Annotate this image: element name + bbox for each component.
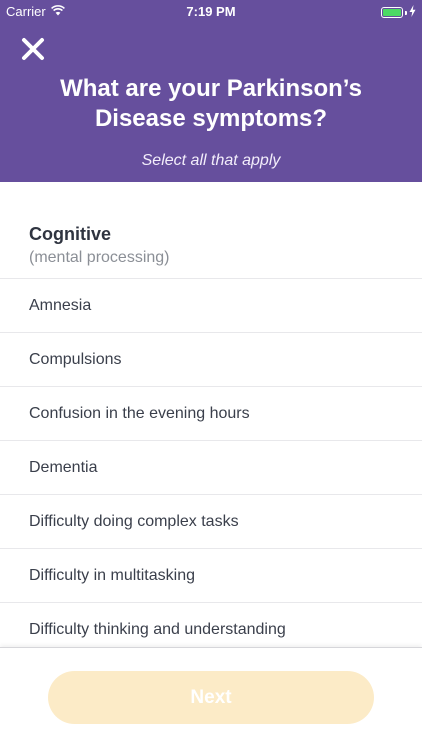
close-icon [22,38,44,60]
symptom-option-complex-tasks[interactable]: Difficulty doing complex tasks [0,495,422,549]
battery-icon [381,7,403,18]
section-title: Cognitive [29,224,112,244]
symptom-label: Compulsions [29,350,122,368]
symptom-label: Difficulty in multitasking [29,566,195,584]
symptom-option-compulsions[interactable]: Compulsions [0,333,422,387]
symptom-selection-screen: Carrier 7:19 PM What are your Parkinson’… [0,0,422,750]
symptom-option-multitasking[interactable]: Difficulty in multitasking [0,549,422,603]
symptom-label: Difficulty thinking and understanding [29,620,286,638]
symptom-label: Confusion in the evening hours [29,404,250,422]
section-header-cognitive: Cognitive (mental processing) [29,222,170,269]
symptom-option-evening-confusion[interactable]: Confusion in the evening hours [0,387,422,441]
symptom-option-amnesia[interactable]: Amnesia [0,279,422,333]
header: Carrier 7:19 PM What are your Parkinson’… [0,0,422,182]
footer: Next [0,647,422,750]
status-time: 7:19 PM [186,4,236,19]
next-button[interactable]: Next [48,671,374,724]
status-bar: Carrier 7:19 PM [0,0,422,22]
symptom-label: Amnesia [29,296,92,314]
symptom-list: Amnesia Compulsions Confusion in the eve… [0,278,422,657]
section-subtitle: (mental processing) [29,249,170,266]
page-subtitle: Select all that apply [141,152,281,169]
page-title: What are your Parkinson’s Disease sympto… [60,75,362,132]
symptom-label: Difficulty doing complex tasks [29,512,239,530]
battery-indicator [381,5,416,20]
symptom-label: Dementia [29,458,98,476]
charging-bolt-icon [409,5,416,20]
symptom-option-dementia[interactable]: Dementia [0,441,422,495]
close-button[interactable] [20,36,46,62]
